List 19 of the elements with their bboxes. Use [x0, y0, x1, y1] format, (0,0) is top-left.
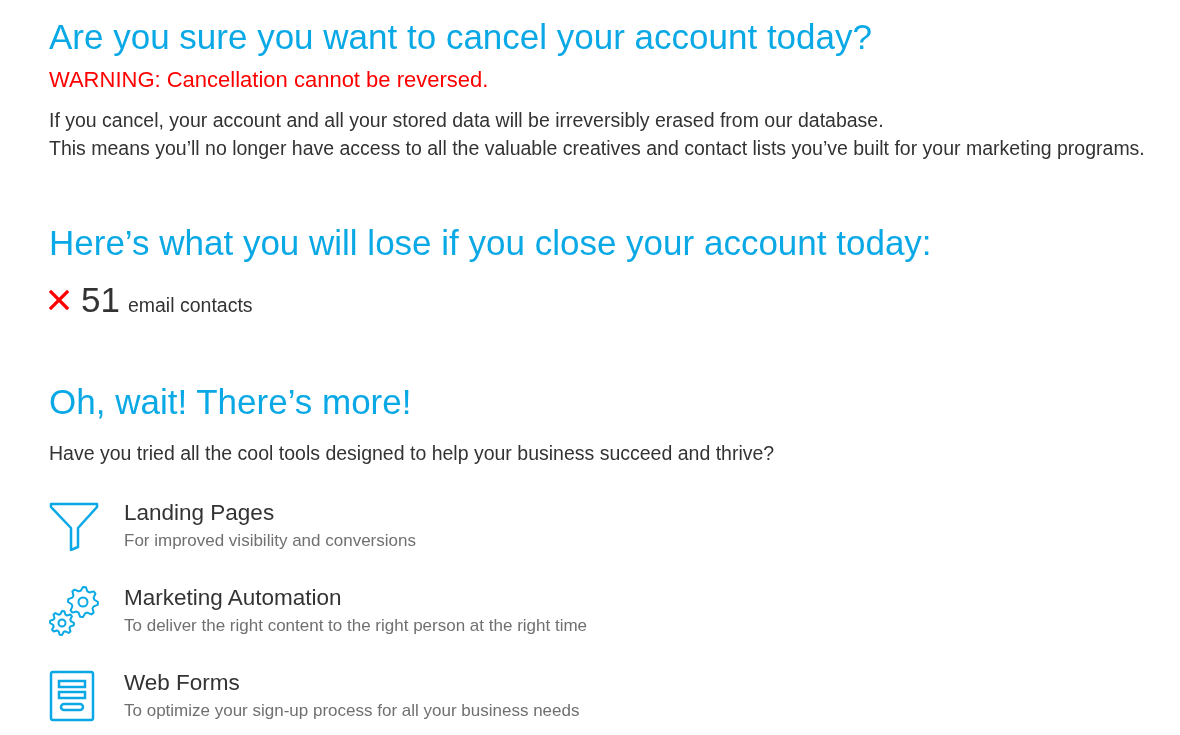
- warning-text: WARNING: Cancellation cannot be reversed.: [49, 68, 489, 92]
- tool-title: Marketing Automation: [124, 584, 342, 612]
- tool-title: Landing Pages: [124, 499, 275, 527]
- section-heading: Oh, wait! There’s more!: [49, 382, 412, 422]
- cross-icon: [49, 290, 69, 310]
- section-heading: Here’s what you will lose if you close your account today:: [49, 223, 932, 263]
- loss-label: email contacts: [127, 293, 253, 317]
- tool-description: To optimize your sign-up process for all your business needs: [124, 700, 580, 722]
- tool-title: Web Forms: [124, 669, 240, 697]
- explanation-text: If you cancel, your account and all your stored data will be irreversibly erased from our database.: [49, 108, 884, 133]
- gears-icon: [49, 585, 101, 637]
- intro-text: Have you tried all the cool tools designed to help your business succeed and thrive?: [49, 441, 775, 466]
- form-icon: [49, 670, 95, 722]
- page-title: Are you sure you want to cancel your account today?: [49, 17, 872, 57]
- tool-description: For improved visibility and conversions: [124, 530, 416, 552]
- loss-count: 51: [81, 280, 120, 320]
- explanation-text: This means you’ll no longer have access to all the valuable creatives and contact lists you’ve built for your marketing programs.: [49, 136, 1145, 161]
- tool-description: To deliver the right content to the right person at the right time: [124, 615, 588, 637]
- funnel-icon: [49, 501, 99, 551]
